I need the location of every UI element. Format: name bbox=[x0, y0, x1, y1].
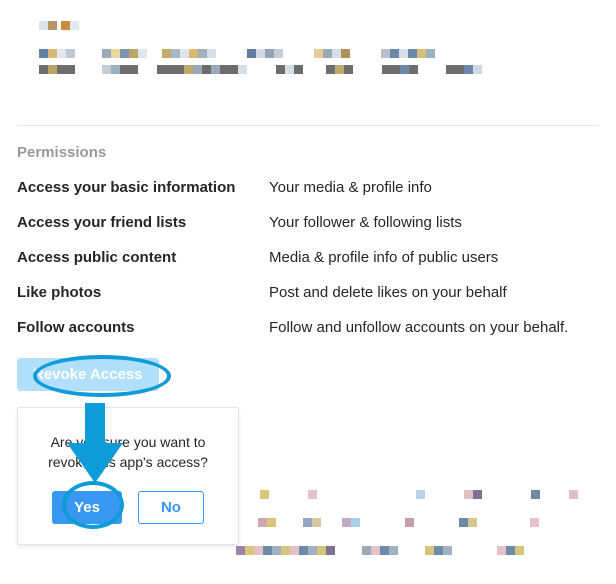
permission-desc: Follow and unfollow accounts on your beh… bbox=[269, 319, 599, 336]
permissions-heading: Permissions bbox=[17, 144, 599, 161]
popover-message: Are you sure you want to revoke this app… bbox=[36, 432, 220, 473]
permission-row: Access public content Media & profile in… bbox=[17, 249, 599, 266]
popover-actions: Yes No bbox=[36, 491, 220, 524]
permission-row: Like photos Post and delete likes on you… bbox=[17, 284, 599, 301]
permission-desc: Post and delete likes on your behalf bbox=[269, 284, 599, 301]
permission-name: Follow accounts bbox=[17, 319, 269, 336]
permission-name: Access public content bbox=[17, 249, 269, 266]
header-obscured bbox=[17, 15, 599, 75]
permission-desc: Your media & profile info bbox=[269, 179, 599, 196]
permission-name: Like photos bbox=[17, 284, 269, 301]
permissions-list: Access your basic information Your media… bbox=[17, 179, 599, 336]
permission-row: Follow accounts Follow and unfollow acco… bbox=[17, 319, 599, 336]
permission-row: Access your friend lists Your follower &… bbox=[17, 214, 599, 231]
confirm-no-button[interactable]: No bbox=[138, 491, 204, 524]
revoke-confirm-popover: Are you sure you want to revoke this app… bbox=[17, 407, 239, 545]
permission-row: Access your basic information Your media… bbox=[17, 179, 599, 196]
permission-name: Access your basic information bbox=[17, 179, 269, 196]
permission-desc: Your follower & following lists bbox=[269, 214, 599, 231]
permission-desc: Media & profile info of public users bbox=[269, 249, 599, 266]
section-divider bbox=[17, 125, 599, 126]
permission-name: Access your friend lists bbox=[17, 214, 269, 231]
revoke-access-button[interactable]: Revoke Access bbox=[17, 358, 159, 391]
confirm-yes-button[interactable]: Yes bbox=[52, 491, 122, 524]
